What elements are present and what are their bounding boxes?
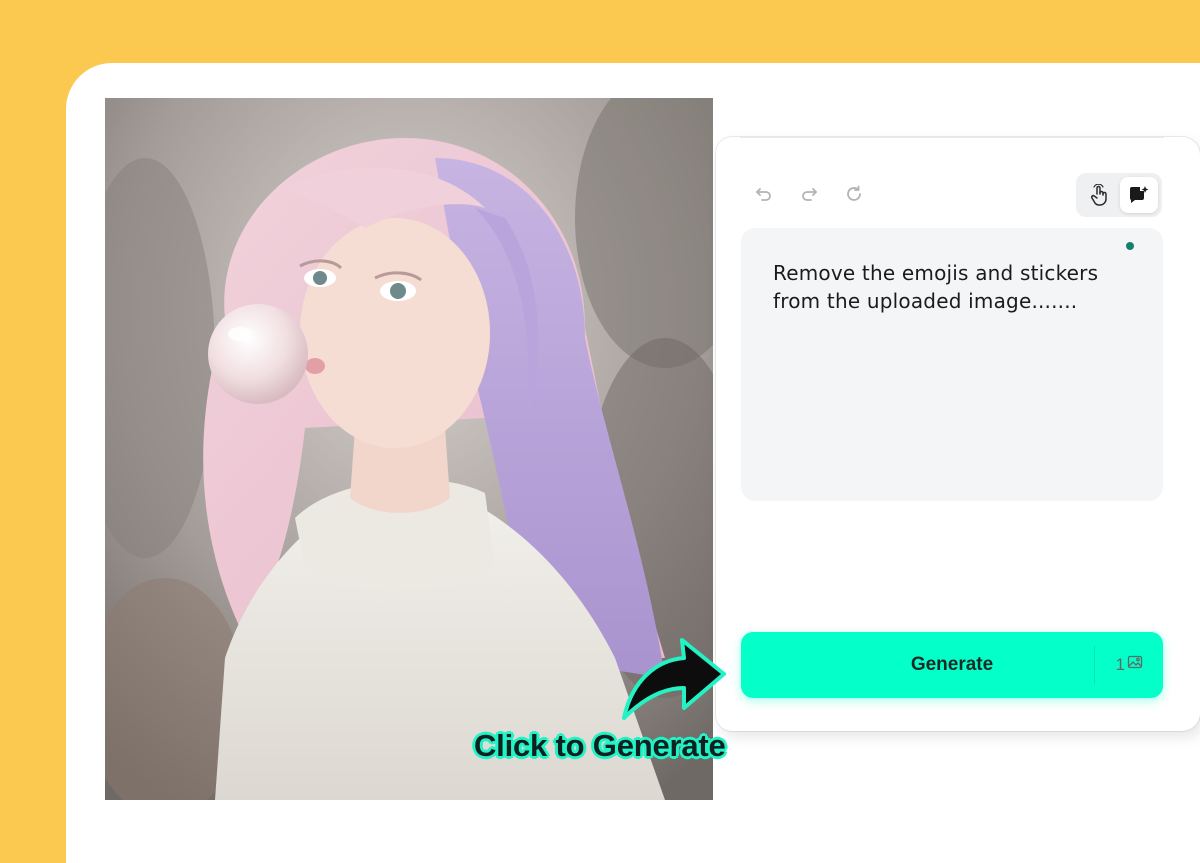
hand-pointer-icon[interactable] xyxy=(1080,177,1118,213)
prompt-input[interactable]: Remove the emojis and stickers from the … xyxy=(741,228,1163,501)
curved-arrow-icon xyxy=(622,638,726,720)
image-icon xyxy=(1127,654,1143,675)
generate-button[interactable]: Generate 1 xyxy=(741,632,1163,698)
redo-icon[interactable] xyxy=(797,182,821,206)
callout-label: Click to Generate xyxy=(474,728,726,763)
generate-label: Generate xyxy=(910,654,994,675)
refresh-icon[interactable] xyxy=(842,182,866,206)
credit-divider xyxy=(1094,646,1095,684)
status-dot xyxy=(1126,242,1134,250)
chat-sparkle-icon[interactable] xyxy=(1120,177,1158,213)
panel-divider xyxy=(740,137,1164,138)
credit-count: 1 xyxy=(1115,654,1125,674)
undo-icon[interactable] xyxy=(752,182,776,206)
mode-toggle xyxy=(1076,173,1162,217)
prompt-text[interactable]: Remove the emojis and stickers from the … xyxy=(773,259,1145,315)
credit-cost: 1 xyxy=(1116,654,1143,675)
